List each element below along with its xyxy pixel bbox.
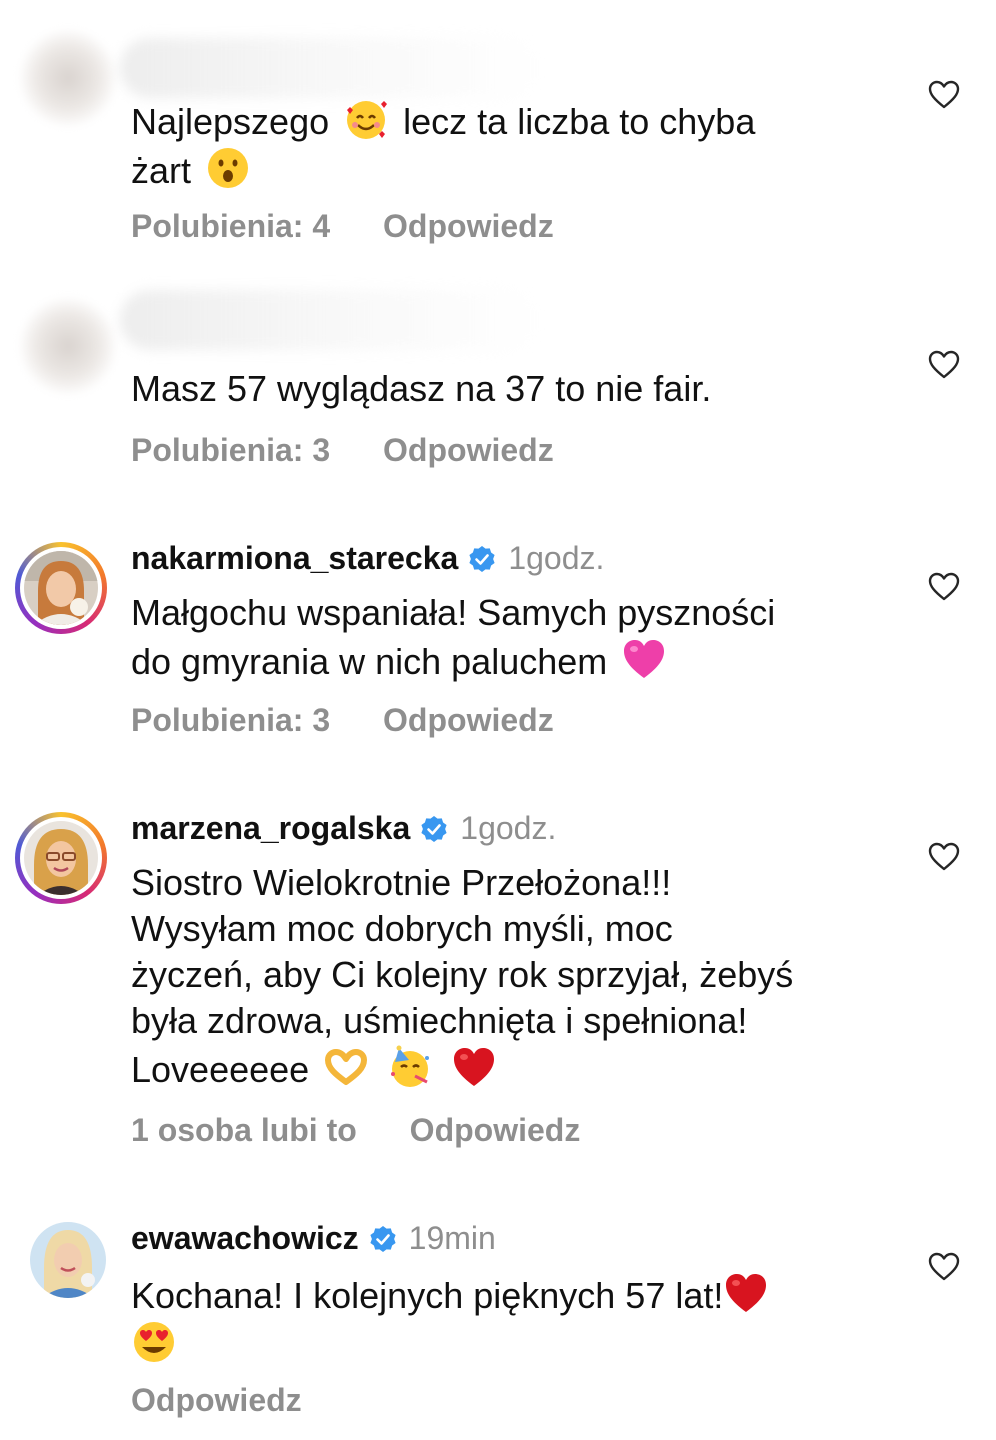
comment-actions: Polubienia: 3 Odpowiedz: [131, 432, 554, 469]
avatar-photo: [24, 821, 98, 895]
heart-eyes-emoji: [134, 1322, 174, 1362]
reply-button[interactable]: Odpowiedz: [383, 208, 554, 244]
verified-badge-icon: [421, 815, 447, 842]
comment-text: Siostro Wielokrotnie Przełożona!!! Wysył…: [131, 862, 794, 1090]
comment-time: 1godz.: [508, 540, 605, 576]
face-with-open-mouth-emoji: [208, 148, 249, 188]
heart-outline-icon[interactable]: [928, 842, 960, 872]
comment-text: Najlepszego lecz ta liczba to chyba żart: [131, 96, 891, 194]
username-blurred: [120, 290, 540, 350]
username-row: ewawachowicz 19min: [131, 1220, 496, 1257]
comment-text: Masz 57 wyglądasz na 37 to nie fair.: [131, 368, 712, 409]
partying-face-emoji: [391, 1045, 430, 1087]
verified-badge-icon: [370, 1225, 396, 1252]
username-blurred: [120, 38, 540, 98]
smiling-face-with-hearts-emoji: [347, 101, 388, 139]
red-heart-emoji: [726, 1274, 767, 1312]
comment-time: 19min: [408, 1220, 496, 1256]
likes-count[interactable]: Polubienia: 4: [131, 208, 330, 244]
pink-heart-emoji: [624, 640, 665, 678]
likes-count[interactable]: Polubienia: 3: [131, 432, 330, 468]
reply-button[interactable]: Odpowiedz: [383, 702, 554, 738]
likes-count[interactable]: 1 osoba lubi to: [131, 1112, 357, 1148]
comment-actions: Odpowiedz: [131, 1382, 302, 1419]
heart-outline-icon[interactable]: [928, 350, 960, 380]
avatar[interactable]: [15, 812, 107, 904]
comment-actions: Polubienia: 3 Odpowiedz: [131, 702, 554, 739]
avatar-photo: [30, 1222, 106, 1298]
likes-count[interactable]: Polubienia: 3: [131, 702, 330, 738]
username[interactable]: marzena_rogalska: [131, 810, 410, 847]
avatar-blurred[interactable]: [20, 298, 116, 394]
heart-hands-emoji: [325, 1049, 368, 1085]
comment-actions: 1 osoba lubi to Odpowiedz: [131, 1112, 580, 1149]
username-row: nakarmiona_starecka 1godz.: [131, 540, 604, 577]
username-row: marzena_rogalska 1godz.: [131, 810, 556, 847]
heart-outline-icon[interactable]: [928, 572, 960, 602]
username[interactable]: ewawachowicz: [131, 1220, 359, 1257]
heart-outline-icon[interactable]: [928, 80, 960, 110]
avatar[interactable]: [30, 1222, 106, 1298]
comment-time: 1godz.: [460, 810, 557, 846]
username[interactable]: nakarmiona_starecka: [131, 540, 458, 577]
verified-badge-icon: [469, 545, 495, 572]
red-heart-emoji: [454, 1048, 495, 1086]
reply-button[interactable]: Odpowiedz: [410, 1112, 581, 1148]
avatar-blurred[interactable]: [20, 30, 116, 126]
reply-button[interactable]: Odpowiedz: [383, 432, 554, 468]
avatar-photo: [24, 551, 98, 625]
comment-text: Małgochu wspaniała! Samych pyszności do …: [131, 592, 776, 682]
comment-text: Kochana! I kolejnych pięknych 57 lat!: [131, 1270, 891, 1368]
comment-actions: Polubienia: 4 Odpowiedz: [131, 208, 554, 245]
reply-button[interactable]: Odpowiedz: [131, 1382, 302, 1418]
heart-outline-icon[interactable]: [928, 1252, 960, 1282]
avatar[interactable]: [15, 542, 107, 634]
